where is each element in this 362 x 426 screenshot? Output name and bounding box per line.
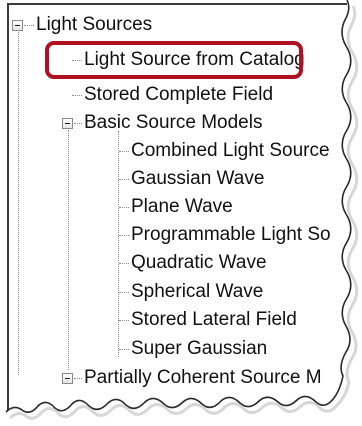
tree-node-label: Light Sources xyxy=(36,14,153,35)
expand-toggle-icon[interactable] xyxy=(62,373,73,384)
tree-node-label: Basic Source Models xyxy=(84,112,263,133)
screenshot-stage: Light Sources Light Source from Catalog … xyxy=(0,0,362,426)
tree-node-label: Stored Complete Field xyxy=(84,84,274,105)
tree-node-label: Gaussian Wave xyxy=(131,168,265,189)
tree-node-stored-lateral-field[interactable]: Stored Lateral Field xyxy=(131,306,297,334)
tree-connector xyxy=(118,131,119,357)
tree-connector xyxy=(72,95,82,96)
tree-connector xyxy=(119,151,129,152)
tree-node-spherical-wave[interactable]: Spherical Wave xyxy=(131,278,263,306)
tree-node-label: Plane Wave xyxy=(131,196,233,217)
tree-node-programmable-light-source[interactable]: Programmable Light So xyxy=(131,221,331,249)
tree-connector xyxy=(119,320,129,321)
tree-node-gaussian-wave[interactable]: Gaussian Wave xyxy=(131,165,264,193)
tree-node-plane-wave[interactable]: Plane Wave xyxy=(131,193,233,221)
tree-node-label: Partially Coherent Source M xyxy=(84,367,322,388)
tree-node-combined-light-source[interactable]: Combined Light Source xyxy=(131,137,330,165)
tree-node-quadratic-wave[interactable]: Quadratic Wave xyxy=(131,249,267,277)
tree-connector xyxy=(119,235,129,236)
tree-connector xyxy=(68,130,69,370)
tree-connector xyxy=(119,292,129,293)
tree-node-partially-coherent-source-models[interactable]: Partially Coherent Source M xyxy=(84,364,322,392)
tree-connector xyxy=(18,32,19,375)
tree-connector xyxy=(119,349,129,350)
tree-node-label: Stored Lateral Field xyxy=(131,309,297,330)
tree-connector xyxy=(24,25,34,26)
tree-node-label: Programmable Light So xyxy=(131,224,331,245)
tree-node-super-gaussian[interactable]: Super Gaussian xyxy=(131,335,267,363)
tree-node-stored-complete-field[interactable]: Stored Complete Field xyxy=(84,81,273,109)
tree-connector xyxy=(119,179,129,180)
tree-connector xyxy=(119,207,129,208)
collapse-toggle-icon[interactable] xyxy=(12,20,23,31)
tree-node-label: Combined Light Source xyxy=(131,140,330,161)
tree-connector xyxy=(119,263,129,264)
tree-node-label: Super Gaussian xyxy=(131,338,268,359)
tree-node-label: Quadratic Wave xyxy=(131,252,267,273)
collapse-toggle-icon[interactable] xyxy=(62,118,73,129)
highlight-callout xyxy=(45,41,303,79)
tree-node-label: Spherical Wave xyxy=(131,281,264,302)
tree-node-light-sources[interactable]: Light Sources xyxy=(36,11,152,39)
tree-node-basic-source-models[interactable]: Basic Source Models xyxy=(84,109,262,137)
tree-connector xyxy=(74,123,82,124)
tree-connector xyxy=(74,378,82,379)
